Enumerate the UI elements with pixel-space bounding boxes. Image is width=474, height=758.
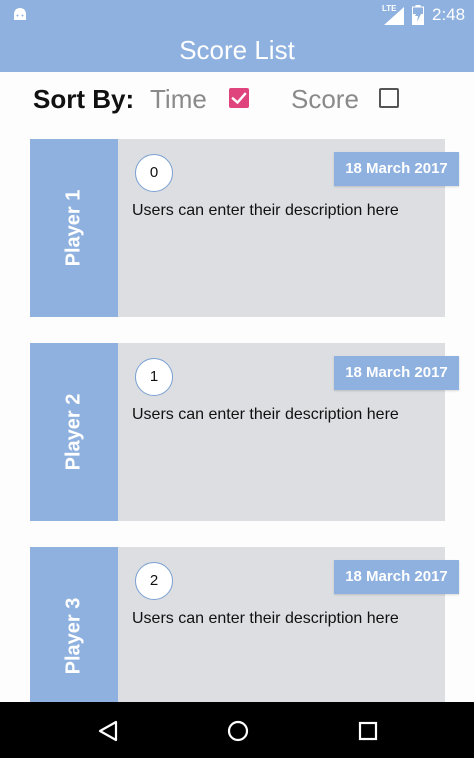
- score-card[interactable]: Player 3 2 18 March 2017 Users can enter…: [30, 547, 459, 725]
- description: Users can enter their description here: [132, 406, 399, 423]
- player-side-panel: Player 2: [30, 343, 118, 521]
- sort-row: Sort By: Time Score: [0, 72, 474, 132]
- player-name: Player 2: [62, 393, 85, 471]
- sort-time-checkbox[interactable]: [229, 88, 249, 108]
- sort-score-checkbox[interactable]: [379, 88, 399, 108]
- score-card[interactable]: Player 1 0 18 March 2017 Users can enter…: [30, 139, 459, 317]
- checkmark-icon: [231, 92, 247, 105]
- date-badge: 18 March 2017: [334, 560, 459, 594]
- battery-charging-icon: [412, 5, 424, 25]
- score-value: 2: [135, 562, 173, 600]
- score-card[interactable]: Player 2 1 18 March 2017 Users can enter…: [30, 343, 459, 521]
- screen: LTE 2:48 Score List Sort By: Time Score …: [0, 0, 474, 758]
- sort-time-label[interactable]: Time: [150, 84, 207, 115]
- player-name: Player 1: [62, 189, 85, 267]
- home-icon[interactable]: [226, 720, 250, 742]
- date-badge: 18 March 2017: [334, 356, 459, 390]
- date-badge: 18 March 2017: [334, 152, 459, 186]
- clock: 2:48: [432, 5, 466, 24]
- app-bar: Score List: [0, 30, 474, 72]
- app-title: Score List: [179, 35, 295, 65]
- navigation-bar: [0, 702, 474, 758]
- signal-icon: [384, 7, 404, 25]
- score-value: 0: [135, 154, 173, 192]
- description: Users can enter their description here: [132, 610, 399, 627]
- sort-score-label[interactable]: Score: [291, 84, 359, 115]
- player-side-panel: Player 3: [30, 547, 118, 725]
- back-icon[interactable]: [96, 720, 120, 742]
- android-icon: [14, 8, 26, 20]
- description: Users can enter their description here: [132, 202, 399, 219]
- status-bar: LTE 2:48: [0, 0, 474, 30]
- sort-by-label: Sort By:: [33, 84, 135, 114]
- score-value: 1: [135, 358, 173, 396]
- player-name: Player 3: [62, 597, 85, 675]
- player-side-panel: Player 1: [30, 139, 118, 317]
- recents-icon[interactable]: [356, 720, 380, 742]
